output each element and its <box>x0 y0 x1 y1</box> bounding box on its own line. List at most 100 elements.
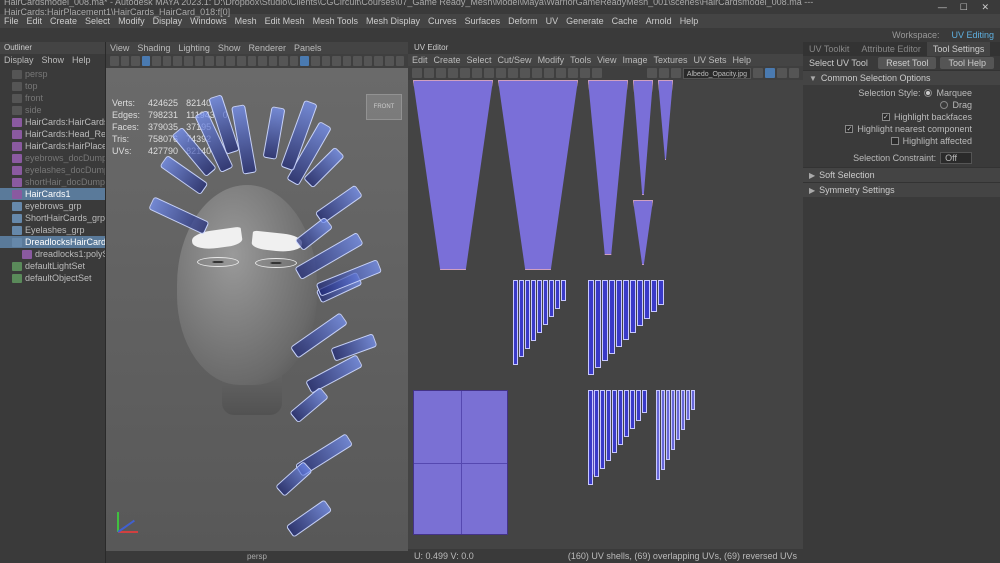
uv-menu-edit[interactable]: Edit <box>412 55 428 65</box>
uv-shell[interactable] <box>636 390 641 421</box>
uv-menu-help[interactable]: Help <box>733 55 752 65</box>
uv-tool-button[interactable] <box>777 68 787 78</box>
tab-tool-settings[interactable]: Tool Settings <box>927 42 991 56</box>
outliner-item[interactable]: HairCards:HairCards1 <box>0 116 105 128</box>
vp-tool-button[interactable] <box>195 56 204 66</box>
menu-curves[interactable]: Curves <box>428 16 457 26</box>
vp-menu-view[interactable]: View <box>110 43 129 53</box>
vp-tool-button[interactable] <box>385 56 394 66</box>
uv-menu-image[interactable]: Image <box>622 55 647 65</box>
vp-tool-button[interactable] <box>258 56 267 66</box>
menu-help[interactable]: Help <box>680 16 699 26</box>
uv-menu-cut-sew[interactable]: Cut/Sew <box>498 55 532 65</box>
uv-menu-modify[interactable]: Modify <box>538 55 565 65</box>
maximize-button[interactable]: ☐ <box>953 1 974 13</box>
vp-menu-shading[interactable]: Shading <box>137 43 170 53</box>
uv-tool-button[interactable] <box>424 68 434 78</box>
tool-help-button[interactable]: Tool Help <box>940 57 994 69</box>
uv-tool-button[interactable] <box>789 68 799 78</box>
uv-tool-button[interactable] <box>580 68 590 78</box>
vp-menu-renderer[interactable]: Renderer <box>248 43 286 53</box>
vp-tool-button[interactable] <box>237 56 246 66</box>
uv-shell[interactable] <box>642 390 647 413</box>
uv-shell[interactable] <box>671 390 675 450</box>
uv-shell[interactable] <box>616 280 622 347</box>
uv-tool-button[interactable] <box>460 68 470 78</box>
uv-shell[interactable] <box>633 80 653 195</box>
outliner-item[interactable]: eyebrows_docDump <box>0 152 105 164</box>
vp-tool-button[interactable] <box>374 56 383 66</box>
vp-menu-show[interactable]: Show <box>218 43 241 53</box>
menu-mesh-tools[interactable]: Mesh Tools <box>313 16 358 26</box>
outliner-menu-help[interactable]: Help <box>72 55 91 65</box>
uv-shell[interactable] <box>658 80 673 160</box>
uv-menu-uv-sets[interactable]: UV Sets <box>693 55 726 65</box>
outliner-list[interactable]: persptopfrontsideHairCards:HairCards1Hai… <box>0 66 105 563</box>
uv-shell[interactable] <box>594 390 599 477</box>
menu-mesh[interactable]: Mesh <box>235 16 257 26</box>
vp-tool-button[interactable] <box>152 56 161 66</box>
uv-menu-create[interactable]: Create <box>434 55 461 65</box>
uv-shell[interactable] <box>525 280 530 349</box>
uv-tool-button[interactable] <box>508 68 518 78</box>
check-highlight-affected[interactable] <box>891 137 899 145</box>
vp-tool-button[interactable] <box>184 56 193 66</box>
uv-shell[interactable] <box>637 280 643 326</box>
outliner-item[interactable]: shortHair_docDump1 <box>0 176 105 188</box>
vp-tool-button[interactable] <box>311 56 320 66</box>
radio-marquee[interactable] <box>924 89 932 97</box>
menu-create[interactable]: Create <box>50 16 77 26</box>
radio-drag[interactable] <box>940 101 948 109</box>
uv-tool-button[interactable] <box>753 68 763 78</box>
uv-tool-button[interactable] <box>436 68 446 78</box>
reset-tool-button[interactable]: Reset Tool <box>878 57 936 69</box>
uv-shell[interactable] <box>513 280 518 365</box>
uv-shell[interactable] <box>644 280 650 319</box>
outliner-item[interactable]: dreadlocks1:polySurface1 <box>0 248 105 260</box>
menu-mesh-display[interactable]: Mesh Display <box>366 16 420 26</box>
uv-shell[interactable] <box>661 390 665 470</box>
uv-shell[interactable] <box>658 280 664 305</box>
vp-tool-button[interactable] <box>142 56 151 66</box>
uv-shell[interactable] <box>543 280 548 325</box>
uv-shell[interactable] <box>656 390 660 480</box>
outliner-item[interactable]: ShortHairCards_grp <box>0 212 105 224</box>
uv-tool-button[interactable] <box>412 68 422 78</box>
outliner-item[interactable]: HairCards1 <box>0 188 105 200</box>
outliner-item[interactable]: eyelashes_docDump <box>0 164 105 176</box>
vp-tool-button[interactable] <box>173 56 182 66</box>
uv-shell[interactable] <box>537 280 542 333</box>
uv-shell[interactable] <box>666 390 670 460</box>
uv-shell[interactable] <box>623 280 629 340</box>
vp-tool-button[interactable] <box>353 56 362 66</box>
vp-tool-button[interactable] <box>205 56 214 66</box>
outliner-item[interactable]: Eyelashes_grp <box>0 224 105 236</box>
menu-cache[interactable]: Cache <box>612 16 638 26</box>
uv-tool-button[interactable] <box>671 68 681 78</box>
uv-menu-view[interactable]: View <box>597 55 616 65</box>
uv-shell[interactable] <box>588 390 593 485</box>
vp-tool-button[interactable] <box>110 56 119 66</box>
menu-select[interactable]: Select <box>85 16 110 26</box>
vp-tool-button[interactable] <box>248 56 257 66</box>
uv-shell[interactable] <box>498 80 578 270</box>
outliner-item[interactable]: eyebrows_grp <box>0 200 105 212</box>
selection-constraint-dropdown[interactable]: Off <box>940 152 972 164</box>
uv-tool-button[interactable] <box>532 68 542 78</box>
vp-tool-button[interactable] <box>216 56 225 66</box>
vp-tool-button[interactable] <box>322 56 331 66</box>
tab-attribute-editor[interactable]: Attribute Editor <box>855 42 927 56</box>
outliner-item[interactable]: HairCards:HairPlacement <box>0 140 105 152</box>
menu-edit-mesh[interactable]: Edit Mesh <box>265 16 305 26</box>
vp-tool-button[interactable] <box>279 56 288 66</box>
uv-shell[interactable] <box>595 280 601 368</box>
outliner-item[interactable]: defaultObjectSet <box>0 272 105 284</box>
menu-display[interactable]: Display <box>153 16 183 26</box>
menu-arnold[interactable]: Arnold <box>646 16 672 26</box>
check-highlight-nearest[interactable] <box>845 125 853 133</box>
section-soft-selection[interactable]: ▶ Soft Selection <box>803 167 1000 182</box>
menu-windows[interactable]: Windows <box>190 16 227 26</box>
uv-shell[interactable] <box>588 80 628 255</box>
uv-shell[interactable] <box>413 390 508 535</box>
uv-shell[interactable] <box>549 280 554 317</box>
